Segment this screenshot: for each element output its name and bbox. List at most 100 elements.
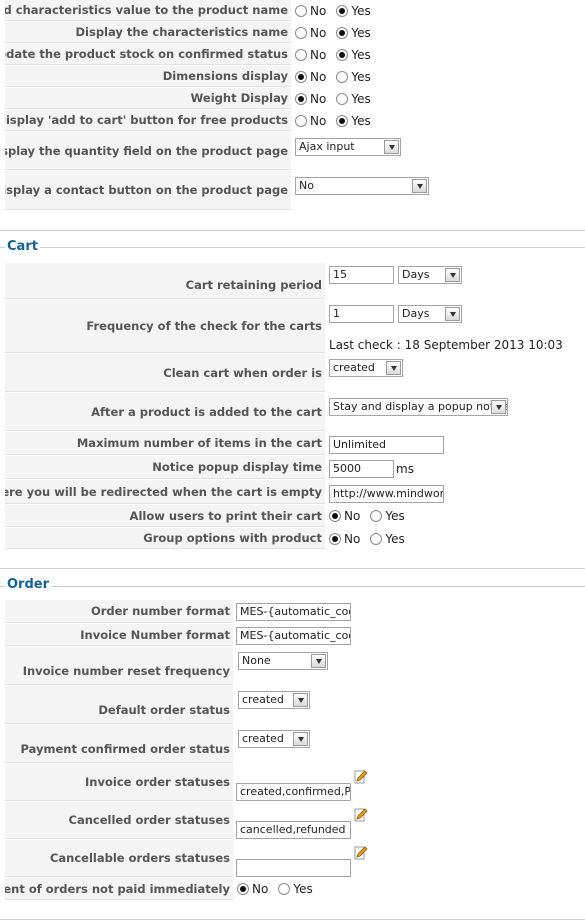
radio-icon[interactable]: [336, 4, 349, 17]
cart-retaining-period-unit[interactable]: Days: [398, 266, 462, 284]
order-number-format-input[interactable]: MES-{automatic_code}: [236, 603, 351, 621]
radio-icon[interactable]: [336, 26, 349, 39]
dimensions-display-no[interactable]: No: [295, 70, 326, 84]
chevron-down-icon[interactable]: [293, 693, 308, 707]
radio-icon[interactable]: [237, 883, 249, 895]
option-label: Yes: [351, 91, 371, 106]
print-cart-no[interactable]: No: [329, 509, 360, 523]
radio-icon[interactable]: [295, 26, 307, 39]
option-label: Yes: [293, 882, 313, 896]
option-label: No: [310, 113, 327, 128]
option-label: No: [344, 531, 361, 546]
display-characteristics-name-yes[interactable]: Yes: [336, 26, 371, 40]
option-label: Yes: [385, 509, 405, 523]
append-characteristics-no[interactable]: No: [295, 4, 326, 18]
radio-icon[interactable]: [336, 92, 349, 105]
radio-icon[interactable]: [278, 883, 291, 895]
group-options-label: Group options with product: [5, 528, 325, 549]
option-label: No: [344, 509, 361, 523]
payment-not-immediate-yes[interactable]: Yes: [278, 882, 313, 896]
group-options-yes[interactable]: Yes: [370, 532, 405, 546]
chevron-down-icon[interactable]: [445, 268, 460, 282]
popup-time-input[interactable]: 5000: [329, 460, 394, 478]
chevron-down-icon[interactable]: [311, 654, 326, 668]
select-value: created: [333, 361, 375, 374]
order-number-format-label: Order number format: [5, 600, 233, 623]
invoice-statuses-label: Invoice order statuses: [5, 764, 233, 801]
cart-bottom-divider: [0, 568, 585, 569]
radio-icon[interactable]: [329, 510, 341, 522]
edit-pencil-icon[interactable]: [354, 808, 368, 822]
radio-icon[interactable]: [295, 92, 307, 105]
select-value: Stay and display a popup notice: [333, 400, 508, 413]
popup-time-label: Notice popup display time: [5, 456, 325, 479]
select-value: Days: [402, 307, 430, 320]
print-cart-yes[interactable]: Yes: [370, 509, 405, 523]
update-stock-label: Update the product stock on confirmed st…: [5, 44, 291, 65]
select-value: created: [242, 693, 284, 706]
option-label: Yes: [351, 3, 371, 18]
invoice-number-format-label: Invoice Number format: [5, 624, 233, 646]
cancelled-statuses-label: Cancelled order statuses: [5, 802, 233, 839]
invoice-reset-label: Invoice number reset frequency: [5, 647, 233, 685]
radio-icon[interactable]: [336, 114, 349, 127]
option-label: Yes: [351, 69, 371, 84]
cancellable-statuses-input[interactable]: [236, 859, 351, 877]
after-add-select[interactable]: Stay and display a popup notice: [329, 398, 508, 416]
weight-display-no[interactable]: No: [295, 92, 326, 106]
top-divider: [0, 230, 585, 231]
chevron-down-icon[interactable]: [293, 732, 308, 746]
option-label: No: [310, 69, 327, 84]
chevron-down-icon[interactable]: [384, 140, 399, 154]
radio-icon[interactable]: [295, 4, 307, 17]
append-characteristics-label: Append characteristics value to the prod…: [5, 0, 291, 21]
add-to-cart-free-label: Display 'add to cart' button for free pr…: [5, 110, 291, 131]
order-fieldset-border: [0, 586, 585, 587]
radio-icon[interactable]: [295, 70, 307, 83]
chevron-down-icon[interactable]: [445, 307, 460, 321]
group-options-no[interactable]: No: [329, 532, 360, 546]
add-to-cart-free-no[interactable]: No: [295, 114, 326, 128]
empty-redirect-input[interactable]: http://www.mindworkse: [329, 485, 444, 503]
radio-icon[interactable]: [329, 532, 341, 545]
check-frequency-input[interactable]: 1: [329, 305, 394, 323]
radio-icon[interactable]: [336, 70, 349, 83]
radio-icon[interactable]: [336, 48, 349, 61]
invoice-number-format-input[interactable]: MES-{automatic_code}: [236, 627, 351, 645]
radio-icon[interactable]: [295, 48, 307, 61]
edit-pencil-icon[interactable]: [354, 846, 368, 860]
invoice-statuses-input[interactable]: created,confirmed,Pend: [236, 783, 351, 801]
chevron-down-icon[interactable]: [386, 361, 401, 375]
append-characteristics-yes[interactable]: Yes: [336, 3, 371, 18]
invoice-reset-select[interactable]: None: [238, 652, 328, 670]
contact-button-select[interactable]: No: [295, 177, 429, 195]
update-stock-no[interactable]: No: [295, 48, 326, 62]
option-label: No: [310, 3, 327, 18]
max-items-input[interactable]: Unlimited: [329, 436, 444, 454]
radio-icon[interactable]: [370, 532, 383, 545]
chevron-down-icon[interactable]: [491, 400, 506, 414]
payment-not-immediate-no[interactable]: No: [237, 882, 268, 896]
dimensions-display-radios: No Yes: [295, 66, 381, 87]
default-status-select[interactable]: created: [238, 691, 310, 709]
display-characteristics-name-no[interactable]: No: [295, 26, 326, 40]
weight-display-label: Weight Display: [5, 88, 291, 109]
dimensions-display-yes[interactable]: Yes: [336, 69, 371, 84]
weight-display-yes[interactable]: Yes: [336, 91, 371, 106]
radio-icon[interactable]: [295, 114, 307, 127]
cancelled-statuses-input[interactable]: cancelled,refunded: [236, 821, 351, 839]
print-cart-radios: No Yes: [329, 505, 415, 527]
check-frequency-unit[interactable]: Days: [398, 305, 462, 323]
add-to-cart-free-yes[interactable]: Yes: [336, 114, 371, 128]
edit-pencil-icon[interactable]: [354, 770, 368, 784]
update-stock-yes[interactable]: Yes: [336, 47, 371, 62]
payment-confirmed-status-select[interactable]: created: [238, 730, 310, 748]
clean-cart-select[interactable]: created: [329, 359, 403, 377]
chevron-down-icon[interactable]: [412, 179, 427, 193]
option-label: Yes: [351, 47, 371, 62]
display-characteristics-name-radios: No Yes: [295, 22, 381, 43]
clean-cart-label: Clean cart when order is: [5, 354, 325, 392]
radio-icon[interactable]: [370, 510, 383, 522]
cart-retaining-period-input[interactable]: 15: [329, 266, 394, 284]
quantity-field-select[interactable]: Ajax input: [295, 138, 401, 156]
